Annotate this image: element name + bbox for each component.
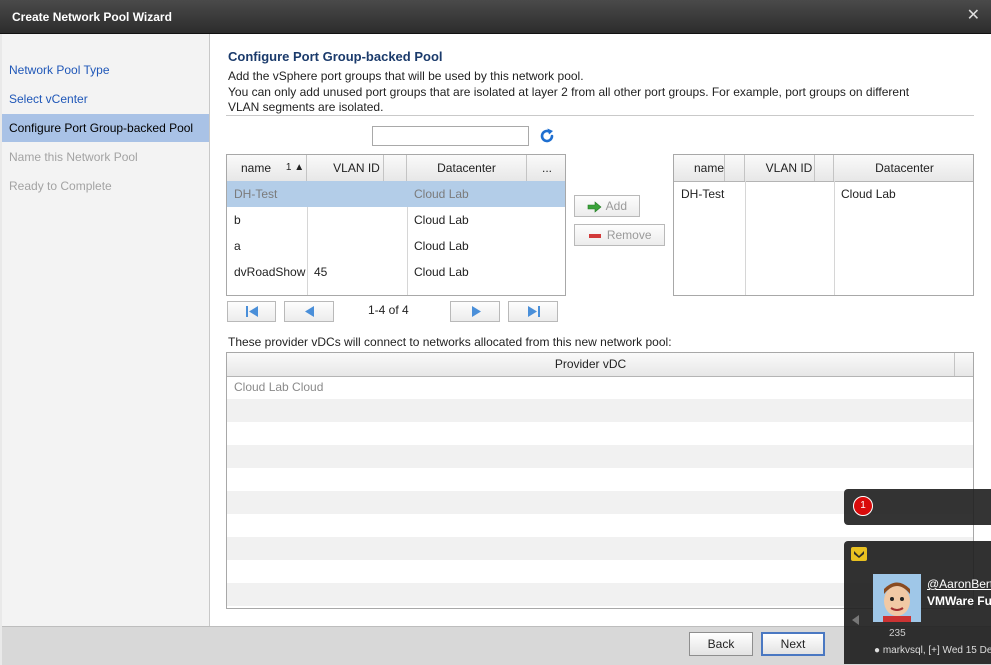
header-separator (814, 155, 815, 181)
column-header-name[interactable]: name (674, 155, 745, 181)
column-header-provider-vdc[interactable]: Provider vDC (227, 353, 955, 376)
wizard-main-panel: Configure Port Group-backed Pool Add the… (210, 34, 991, 626)
step-configure-port-group[interactable]: Configure Port Group-backed Pool (2, 114, 209, 142)
remove-icon (589, 233, 602, 238)
provider-caption: These provider vDCs will connect to netw… (228, 335, 672, 349)
table-row[interactable]: b Cloud Lab (227, 207, 565, 233)
last-page-icon (528, 306, 540, 317)
sort-indicator-icon[interactable]: 1 ▲ (283, 155, 307, 181)
wizard-steps-sidebar: Network Pool Type Select vCenter Configu… (2, 34, 210, 626)
add-button[interactable]: Add (574, 195, 640, 217)
description-line-3: VLAN segments are isolated. (228, 100, 384, 114)
cell-vlan (307, 207, 407, 233)
table-row[interactable]: Cloud Lab Cloud (227, 376, 973, 399)
cell-vlan (307, 181, 407, 207)
next-page-button[interactable] (450, 301, 500, 322)
notification-user[interactable]: @AaronBert (927, 577, 991, 591)
column-header-datacenter[interactable]: Datacenter (407, 155, 527, 181)
divider (226, 115, 974, 116)
wizard-footer (2, 626, 991, 665)
header-separator (724, 155, 725, 181)
step-select-vcenter[interactable]: Select vCenter (2, 85, 209, 113)
avatar[interactable] (873, 574, 921, 622)
notification-badge: 1 (853, 496, 873, 516)
grid-header: name VLAN ID Datacenter (674, 155, 973, 182)
table-row[interactable]: dvRoadShow 45 Cloud Lab (227, 259, 565, 285)
previous-page-button[interactable] (284, 301, 334, 322)
close-icon[interactable]: ✕ (967, 7, 980, 25)
notification-counter-panel[interactable]: 1 (844, 489, 991, 525)
cell-name: a (234, 239, 241, 253)
cell-vlan (745, 181, 834, 207)
cell-name: dvRoadShow (234, 265, 306, 279)
next-button[interactable]: Next (761, 632, 825, 656)
cell-datacenter: Cloud Lab (414, 187, 469, 201)
cell-datacenter: Cloud Lab (414, 265, 469, 279)
step-ready-to-complete: Ready to Complete (9, 179, 112, 193)
remove-button-label: Remove (606, 228, 652, 242)
remove-button[interactable]: Remove (574, 224, 665, 246)
header-separator (383, 155, 384, 181)
table-row[interactable]: a Cloud Lab (227, 233, 565, 259)
column-header-vlan-id[interactable]: VLAN ID (307, 155, 407, 181)
cell-vlan: 45 (314, 265, 328, 279)
available-port-groups-grid: name 1 ▲ VLAN ID Datacenter ... DH-Test … (226, 154, 566, 296)
selected-port-groups-grid: name VLAN ID Datacenter DH-Test Cloud La… (673, 154, 974, 296)
cell-name: DH-Test (681, 187, 725, 201)
cell-name: b (234, 213, 241, 227)
cell-provider-vdc: Cloud Lab Cloud (234, 380, 324, 394)
cell-datacenter: Cloud Lab (414, 213, 469, 227)
pager-status: 1-4 of 4 (368, 303, 409, 317)
description-line-1: Add the vSphere port groups that will be… (228, 69, 584, 83)
column-header-datacenter[interactable]: Datacenter (834, 155, 973, 181)
column-header-vlan-id[interactable]: VLAN ID (745, 155, 834, 181)
description-line-2: You can only add unused port groups that… (228, 85, 910, 99)
add-button-label: Add (605, 199, 628, 213)
grid-header: name 1 ▲ VLAN ID Datacenter ... (227, 155, 565, 182)
next-page-icon (472, 306, 481, 317)
back-button[interactable]: Back (689, 632, 753, 656)
port-group-search-input[interactable] (372, 126, 529, 146)
table-row[interactable]: DH-Test Cloud Lab (674, 181, 973, 207)
cell-vlan (307, 233, 407, 259)
empty-row (227, 399, 973, 422)
bird-icon (851, 547, 867, 561)
previous-page-icon (305, 306, 314, 317)
first-page-icon (246, 306, 258, 317)
notification-card[interactable]: @AaronBert VMWare Fus 235 ● markvsql, [+… (844, 541, 991, 664)
grid-header: Provider vDC (227, 353, 973, 377)
refresh-icon[interactable] (538, 127, 556, 145)
window-titlebar: Create Network Pool Wizard ✕ (0, 0, 991, 34)
table-row[interactable]: DH-Test Cloud Lab (227, 181, 565, 207)
notification-message: VMWare Fus (927, 594, 991, 608)
step-network-pool-type[interactable]: Network Pool Type (2, 56, 209, 84)
last-page-button[interactable] (508, 301, 558, 322)
notification-meta: ● markvsql, [+] Wed 15 De (874, 645, 991, 656)
add-arrow-icon (587, 201, 602, 213)
cell-datacenter: Cloud Lab (841, 187, 896, 201)
empty-row (227, 445, 973, 468)
cell-name: DH-Test (234, 187, 278, 201)
first-page-button[interactable] (227, 301, 276, 322)
column-overflow-button[interactable]: ... (527, 155, 565, 181)
cell-datacenter: Cloud Lab (414, 239, 469, 253)
window-title: Create Network Pool Wizard (12, 10, 172, 24)
page-title: Configure Port Group-backed Pool (228, 49, 443, 64)
notification-count: 235 (889, 628, 906, 639)
step-name-network-pool: Name this Network Pool (9, 150, 138, 164)
chevron-left-icon[interactable] (850, 614, 860, 626)
